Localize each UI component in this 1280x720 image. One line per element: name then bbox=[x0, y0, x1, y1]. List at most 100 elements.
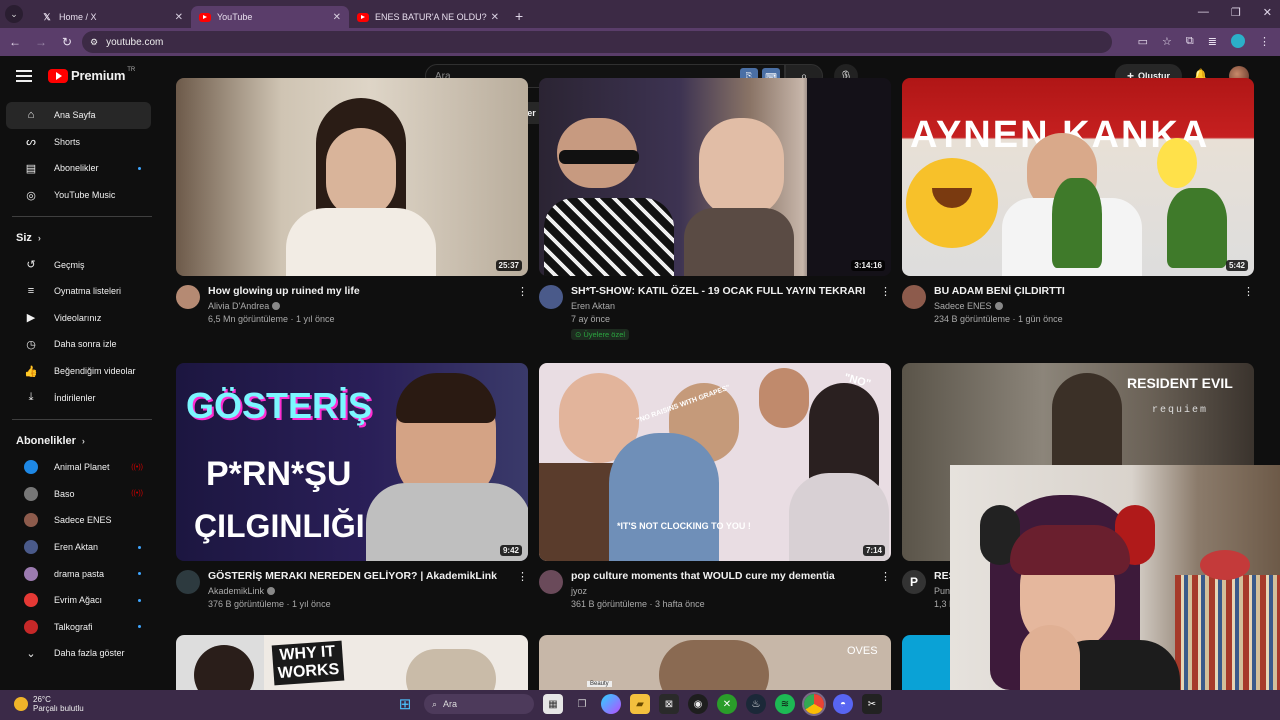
steam-icon[interactable]: ♨ bbox=[746, 694, 766, 714]
close-tab-icon[interactable]: ✕ bbox=[175, 12, 183, 23]
sidebar-channel[interactable]: Animal Planet ((•)) bbox=[6, 454, 151, 481]
video-thumbnail[interactable] bbox=[902, 635, 952, 690]
back-icon[interactable]: ← bbox=[2, 35, 28, 49]
channel-name[interactable]: Sadece ENES bbox=[934, 301, 992, 311]
site-info-icon[interactable]: ⚙ bbox=[90, 37, 98, 48]
sidebar-item-ana-sayfa[interactable]: ⌂ Ana Sayfa bbox=[6, 102, 151, 129]
menu-icon[interactable] bbox=[16, 70, 32, 82]
minimize-icon[interactable]: — bbox=[1198, 6, 1209, 19]
video-thumbnail[interactable]: *IT'S NOT CLOCKING TO YOU ! "NO" "NO RAI… bbox=[539, 363, 891, 561]
channel-name-row[interactable]: AkademikLink bbox=[208, 586, 511, 596]
channel-name[interactable]: jyoz bbox=[571, 586, 874, 596]
video-card[interactable]: *IT'S NOT CLOCKING TO YOU ! "NO" "NO RAI… bbox=[539, 363, 891, 609]
video-thumbnail[interactable]: AYNEN KANKA 5:42 bbox=[902, 78, 1254, 276]
more-actions-icon[interactable]: ⋮ bbox=[1243, 285, 1254, 324]
video-title[interactable]: How glowing up ruined my life bbox=[208, 285, 511, 298]
widgets-icon[interactable]: ▦ bbox=[543, 694, 563, 714]
video-card[interactable]: GÖSTERİŞ P*RN*ŞU ÇILGINLIĞI 9:42 GÖSTERİ… bbox=[176, 363, 528, 609]
sidebar-item-shorts[interactable]: ᔕ Shorts bbox=[6, 129, 151, 156]
video-card[interactable]: AYNEN KANKA 5:42 BU ADAM BENİ ÇILDIRTTI … bbox=[902, 78, 1254, 324]
channel-avatar[interactable] bbox=[176, 285, 200, 309]
channel-avatar[interactable] bbox=[539, 285, 563, 309]
channel-name[interactable]: AkademikLink bbox=[208, 586, 264, 596]
file-explorer-icon[interactable]: ▰ bbox=[630, 694, 650, 714]
sidebar-you-header[interactable]: Siz › bbox=[0, 225, 160, 251]
cast-icon[interactable]: ▭ bbox=[1138, 35, 1148, 48]
taskbar-search[interactable]: ⌕ Ara bbox=[424, 694, 534, 714]
windows-start-icon[interactable]: ⊞ bbox=[395, 694, 415, 714]
sidebar-channel[interactable]: Sadece ENES bbox=[6, 507, 151, 534]
sidebar-item-videolarınız[interactable]: ▶ Videolarınız bbox=[6, 305, 151, 332]
more-actions-icon[interactable]: ⋮ bbox=[880, 570, 891, 609]
channel-name-row[interactable]: Sadece ENES bbox=[934, 301, 1237, 311]
sidebar-item-i-ndirilenler[interactable]: ⤓ İndirilenler bbox=[6, 384, 151, 411]
menu-dots-icon[interactable]: ⋮ bbox=[1259, 35, 1270, 48]
channel-name[interactable]: Eren Aktan bbox=[571, 301, 874, 311]
video-thumbnail[interactable]: Beauty OVES bbox=[539, 635, 891, 690]
video-title[interactable]: pop culture moments that WOULD cure my d… bbox=[571, 570, 874, 583]
bookmark-star-icon[interactable]: ☆ bbox=[1162, 35, 1172, 48]
taskbar-search-label: Ara bbox=[443, 699, 458, 709]
sidebar-channel[interactable]: drama pasta bbox=[6, 560, 151, 587]
xbox-icon[interactable]: ✕ bbox=[717, 694, 737, 714]
sidebar-item-daha-sonra-izle[interactable]: ◷ Daha sonra izle bbox=[6, 331, 151, 358]
sidebar-item-geçmiş[interactable]: ↺ Geçmiş bbox=[6, 251, 151, 278]
profile-avatar-icon[interactable] bbox=[1231, 34, 1245, 48]
video-title[interactable]: BU ADAM BENİ ÇILDIRTTI bbox=[934, 285, 1237, 298]
channel-avatar[interactable] bbox=[902, 285, 926, 309]
sidebar-channel[interactable]: Talkografi bbox=[6, 614, 151, 641]
close-tab-icon[interactable]: ✕ bbox=[491, 12, 499, 23]
reload-icon[interactable]: ↻ bbox=[54, 35, 80, 49]
sidebar-show-more[interactable]: ⌄ Daha fazla göster bbox=[6, 640, 151, 667]
capcut-icon[interactable]: ✂ bbox=[862, 694, 882, 714]
reading-list-icon[interactable]: ≣ bbox=[1208, 35, 1217, 48]
sidebar-subs-header[interactable]: Abonelikler › bbox=[0, 428, 160, 454]
more-actions-icon[interactable]: ⋮ bbox=[517, 285, 528, 324]
video-thumbnail[interactable]: WHY IT WORKS bbox=[176, 635, 528, 690]
restore-icon[interactable]: ❐ bbox=[1231, 6, 1241, 19]
tab-youtube[interactable]: YouTube ✕ bbox=[191, 6, 349, 28]
channel-avatar[interactable] bbox=[539, 570, 563, 594]
video-card[interactable]: 25:37 How glowing up ruined my life Aliv… bbox=[176, 78, 528, 324]
channel-name[interactable]: Alivia D'Andrea bbox=[208, 301, 269, 311]
sidebar-channel[interactable]: Eren Aktan bbox=[6, 534, 151, 561]
store-icon[interactable]: ⊠ bbox=[659, 694, 679, 714]
video-title[interactable]: SH*T-SHOW: KATIL ÖZEL - 19 OCAK FULL YAY… bbox=[571, 285, 874, 298]
browser-tab-bar: ⌄ 𝕏 Home / X ✕ YouTube ✕ ENES BATUR'A NE… bbox=[0, 0, 1280, 28]
thumbnail-text: RESIDENT EVIL bbox=[1127, 375, 1233, 391]
sidebar-channel[interactable]: Evrim Ağacı bbox=[6, 587, 151, 614]
extensions-icon[interactable]: ⧉ bbox=[1186, 35, 1194, 48]
chrome-icon[interactable] bbox=[802, 692, 826, 716]
tab-enes-batur[interactable]: ENES BATUR'A NE OLDU? - YouTube ✕ bbox=[349, 6, 507, 28]
sidebar-item-beğendiğim-videolar[interactable]: 👍 Beğendiğim videolar bbox=[6, 358, 151, 385]
video-thumbnail[interactable]: 25:37 bbox=[176, 78, 528, 276]
more-actions-icon[interactable]: ⋮ bbox=[880, 285, 891, 342]
close-window-icon[interactable]: ✕ bbox=[1263, 6, 1272, 19]
address-bar[interactable]: ⚙ youtube.com bbox=[82, 31, 1112, 53]
channel-avatar[interactable] bbox=[176, 570, 200, 594]
more-actions-icon[interactable]: ⋮ bbox=[517, 570, 528, 609]
sidebar-item-oynatma-listeleri[interactable]: ≡ Oynatma listeleri bbox=[6, 278, 151, 305]
close-tab-icon[interactable]: ✕ bbox=[333, 12, 341, 23]
tab-search-icon[interactable]: ⌄ bbox=[5, 5, 23, 23]
discord-icon[interactable]: ◓ bbox=[833, 694, 853, 714]
sidebar-item-abonelikler[interactable]: ▤ Abonelikler bbox=[6, 155, 151, 182]
country-code: TR bbox=[127, 66, 136, 73]
weather-widget[interactable]: 26°C Parçalı bulutlu bbox=[14, 695, 84, 713]
copilot-icon[interactable] bbox=[601, 694, 621, 714]
video-thumbnail[interactable]: GÖSTERİŞ P*RN*ŞU ÇILGINLIĞI 9:42 bbox=[176, 363, 528, 561]
github-icon[interactable]: ◉ bbox=[688, 694, 708, 714]
video-card[interactable]: 3:14:16 SH*T-SHOW: KATIL ÖZEL - 19 OCAK … bbox=[539, 78, 891, 342]
youtube-premium-logo[interactable]: Premium TR bbox=[48, 66, 136, 83]
tab-home-x[interactable]: 𝕏 Home / X ✕ bbox=[33, 6, 191, 28]
sidebar-channel[interactable]: Baso ((•)) bbox=[6, 481, 151, 508]
channel-name-row[interactable]: Alivia D'Andrea bbox=[208, 301, 511, 311]
sidebar-item-youtube-music[interactable]: ◎ YouTube Music bbox=[6, 182, 151, 209]
spotify-icon[interactable]: ≋ bbox=[775, 694, 795, 714]
task-view-icon[interactable]: ❐ bbox=[572, 694, 592, 714]
video-title[interactable]: GÖSTERİŞ MERAKI NEREDEN GELİYOR? | Akade… bbox=[208, 570, 511, 583]
new-tab-button[interactable]: + bbox=[515, 8, 523, 24]
channel-avatar[interactable]: P bbox=[902, 570, 926, 594]
forward-icon[interactable]: → bbox=[28, 35, 54, 49]
video-thumbnail[interactable]: 3:14:16 bbox=[539, 78, 891, 276]
